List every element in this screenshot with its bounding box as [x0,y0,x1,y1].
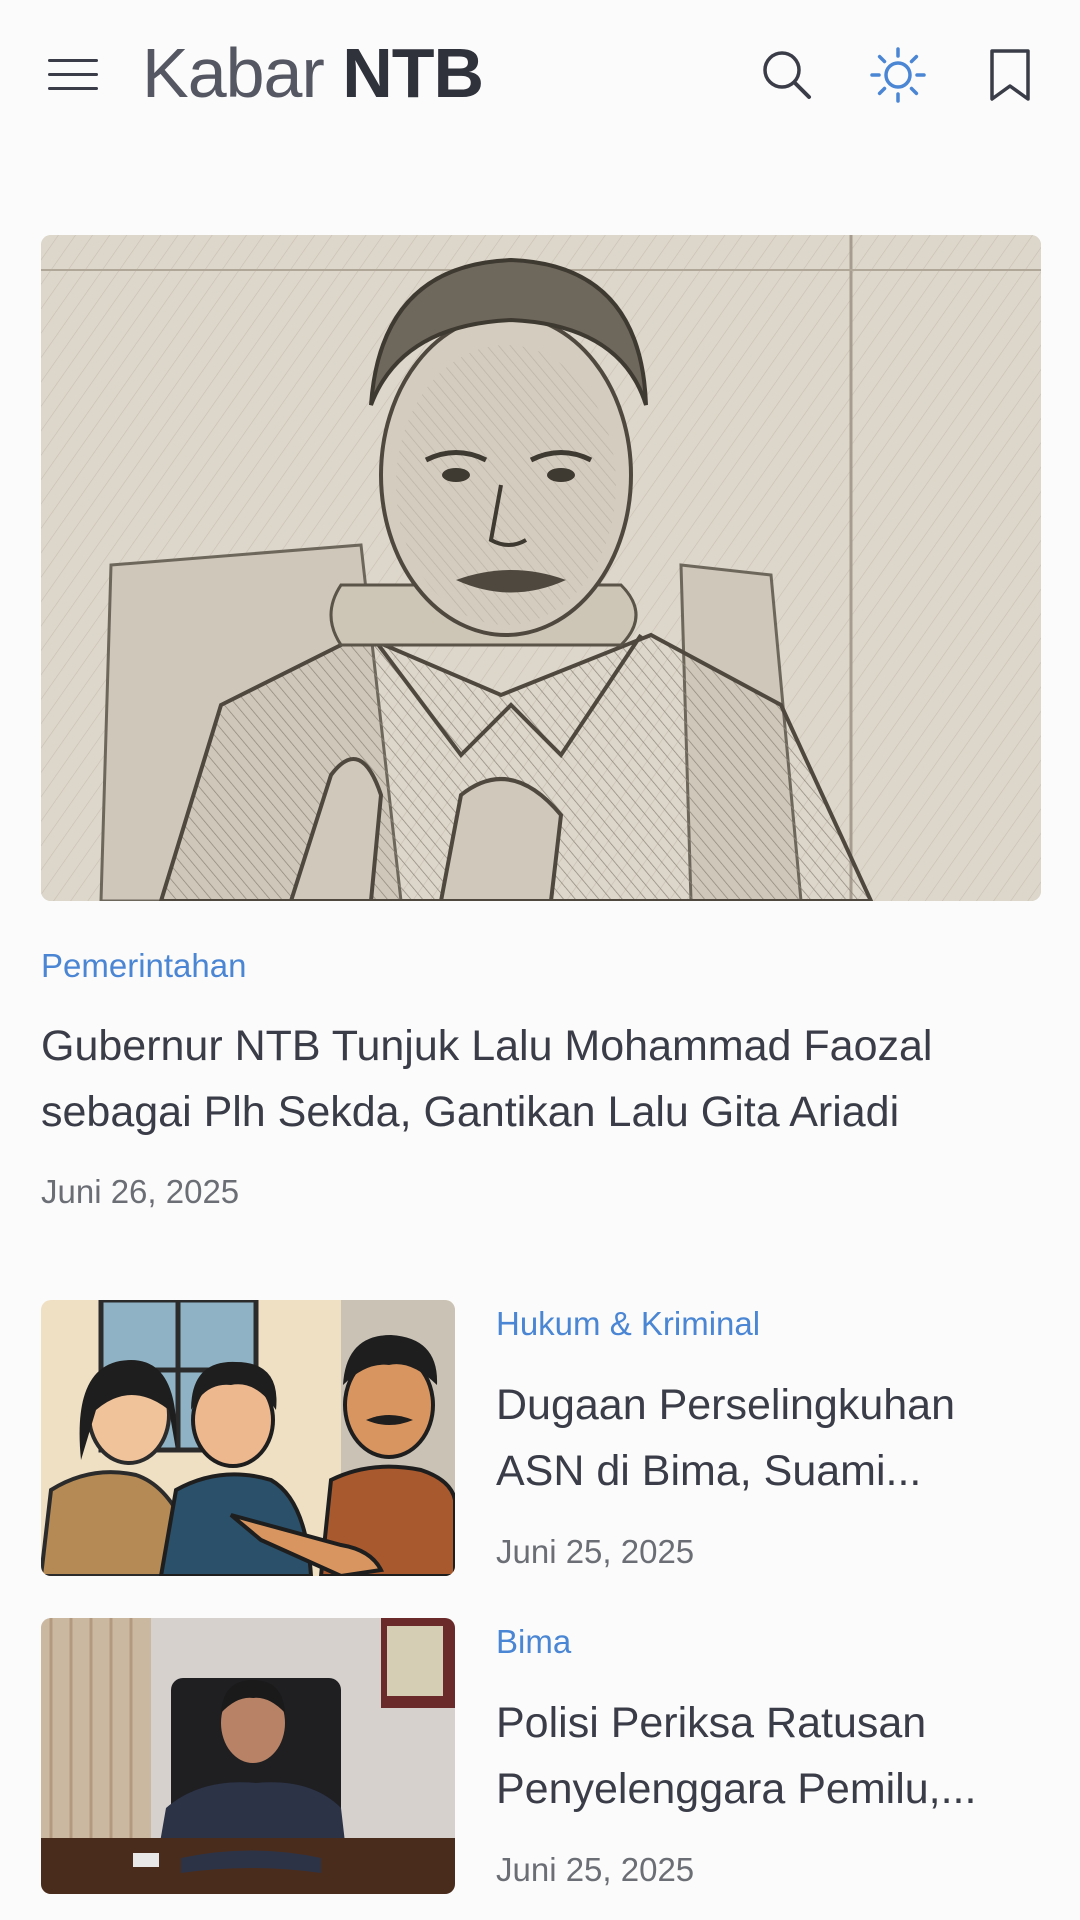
article-category[interactable]: Hukum & Kriminal [496,1304,760,1344]
brand-name-light: Kabar [142,34,325,112]
featured-title[interactable]: Gubernur NTB Tunjuk Lalu Mohammad Faozal… [41,1013,1041,1145]
featured-category[interactable]: Pemerintahan [41,946,246,986]
article-card[interactable]: Bima Polisi Periksa Ratusan Penyelenggar… [41,1618,1041,1894]
article-date: Juni 25, 2025 [496,1533,695,1570]
top-bar: Kabar NTB [0,0,1080,150]
menu-icon[interactable] [48,55,98,95]
site-logo[interactable]: Kabar NTB [142,33,484,113]
sun-icon[interactable] [868,45,928,105]
article-category[interactable]: Bima [496,1622,571,1662]
featured-article-image[interactable] [41,235,1041,901]
bookmark-icon[interactable] [980,45,1040,105]
article-date: Juni 25, 2025 [496,1851,695,1888]
article-card[interactable]: Hukum & Kriminal Dugaan Perselingkuhan A… [41,1300,1041,1576]
brand-name-bold: NTB [342,34,484,112]
article-title[interactable]: Polisi Periksa Ratusan Penyelenggara Pem… [496,1690,1041,1822]
featured-date: Juni 26, 2025 [41,1173,240,1210]
search-icon[interactable] [757,45,817,105]
article-title[interactable]: Dugaan Perselingkuhan ASN di Bima, Suami… [496,1372,1041,1504]
article-image[interactable] [41,1618,455,1894]
article-image[interactable] [41,1300,455,1576]
